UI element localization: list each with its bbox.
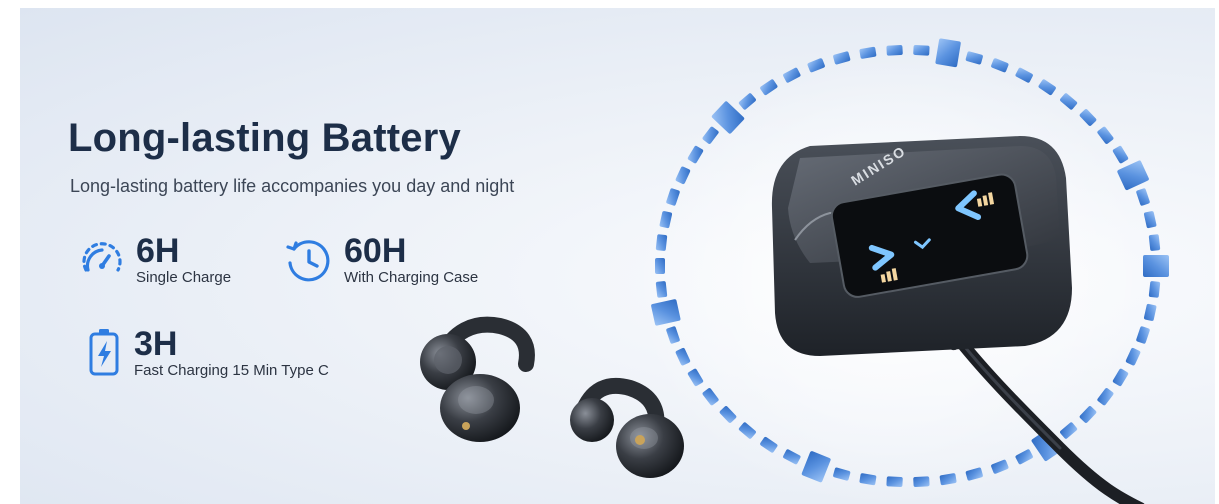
ring-block	[1148, 281, 1161, 298]
ring-block	[886, 476, 903, 488]
ring-block	[1148, 234, 1161, 251]
ring-block	[655, 234, 668, 251]
banner-subtitle: Long-lasting battery life accompanies yo…	[70, 176, 515, 196]
battery-charging-icon	[89, 329, 119, 376]
earbud-left	[420, 316, 535, 442]
feature-fast-charging: 3H Fast Charging 15 Min Type C	[84, 326, 329, 378]
feature-value: 6H	[136, 232, 180, 270]
speedometer-icon	[82, 241, 122, 272]
ring-block	[1136, 188, 1150, 206]
feature-label: Single Charge	[136, 269, 232, 286]
ring-block	[1143, 255, 1169, 277]
ring-block	[655, 258, 665, 274]
feature-label: With Charging Case	[344, 269, 479, 286]
feature-charging-case: 60H With Charging Case	[284, 234, 478, 285]
feature-single-charge: 6H Single Charge	[78, 234, 231, 285]
ring-block	[935, 38, 961, 68]
feature-label: Fast Charging 15 Min Type C	[134, 361, 329, 379]
banner-title: Long-lasting Battery	[68, 116, 461, 160]
ring-block	[655, 281, 668, 298]
charging-case: MINISO	[771, 136, 1072, 356]
feature-value: 3H	[134, 324, 178, 363]
product-banner: MINISO Long-lasting Battery Long-lasting…	[20, 8, 1215, 504]
ring-block	[1143, 211, 1157, 229]
ring-block	[913, 44, 930, 56]
ring-block	[913, 476, 930, 488]
ring-block	[886, 44, 903, 56]
clock-icon	[286, 239, 330, 281]
feature-value: 60H	[344, 232, 407, 270]
ring-block	[1112, 145, 1129, 164]
earbud-right	[570, 377, 684, 478]
